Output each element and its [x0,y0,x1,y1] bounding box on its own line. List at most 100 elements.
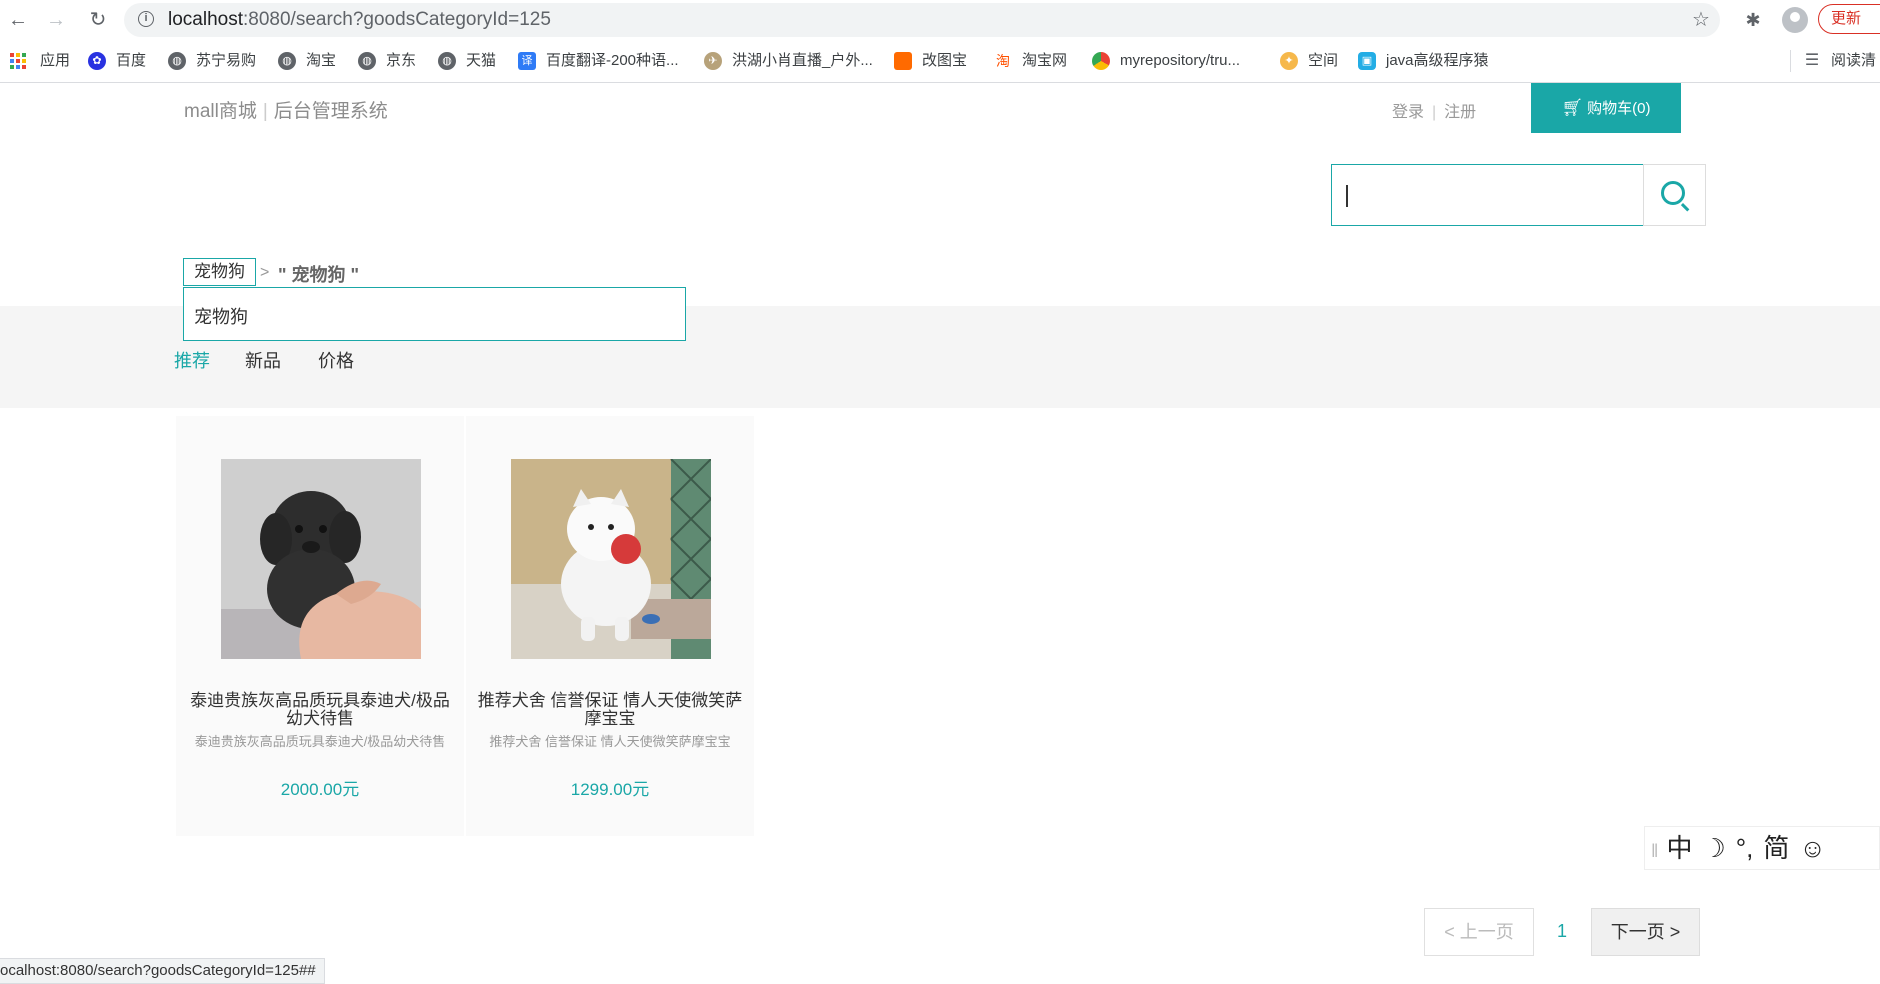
bookmark-baidu-translate[interactable]: 译 百度翻译-200种语... [518,50,679,72]
product-image-poodle[interactable] [221,459,421,659]
bookmark-label: 空间 [1308,52,1339,69]
baidu-paw-icon: ✿ [88,52,106,70]
sort-tab-recommend[interactable]: 推荐 [174,347,210,373]
forward-arrow-icon[interactable]: → [44,8,68,32]
bookmark-honghu[interactable]: ✈ 洪湖小肖直播_户外... [704,50,873,72]
dropdown-item[interactable]: 宠物狗 [194,303,248,329]
chrome-icon [1092,52,1110,70]
bookmark-apps[interactable]: 应用 [10,50,70,72]
ime-mode-chinese[interactable]: 中 [1666,827,1692,869]
product-description: 推荐犬舍 信誉保证 情人天使微笑萨摩宝宝 [489,734,731,749]
reading-list-icon: ☰ [1804,52,1820,69]
reload-icon[interactable]: ↻ [86,8,110,32]
auth-separator: | [1432,104,1437,121]
search-icon-handle [1680,203,1690,212]
ime-drag-handle[interactable]: ‖ [1651,830,1658,872]
bird-icon: ✈ [704,52,722,70]
category-dropdown: 宠物狗 [183,287,686,341]
breadcrumb-current: " 宠物狗 " [278,265,360,285]
product-card[interactable]: 泰迪贵族灰高品质玩具泰迪犬/极品幼犬待售 泰迪贵族灰高品质玩具泰迪犬/极品幼犬待… [176,416,464,836]
bookmark-bilibili[interactable]: ▣ java高级程序猿 [1358,50,1489,72]
sort-tab-new[interactable]: 新品 [245,347,281,373]
extensions-puzzle-icon[interactable]: ✱ [1742,9,1764,31]
bookmark-label: myrepository/tru... [1120,52,1241,69]
page-number-current[interactable]: 1 [1550,908,1574,956]
browser-toolbar: ← → ↻ i localhost:8080/search?goodsCateg… [0,0,1880,40]
bookmark-gaitubao[interactable]: 改图宝 [894,50,967,72]
orange-square-icon [894,52,912,70]
bookmark-taobaowang[interactable]: 淘 淘宝网 [994,50,1067,72]
sort-tab-price[interactable]: 价格 [318,347,354,373]
bookmark-tmall[interactable]: ◍ 天猫 [438,50,496,72]
search-button[interactable] [1643,164,1706,226]
cart-icon: 🛒︎ [1561,98,1584,117]
qzone-icon: ✦ [1280,52,1298,70]
bookmark-label: java高级程序猿 [1386,52,1489,69]
register-link[interactable]: 注册 [1444,104,1476,121]
login-link[interactable]: 登录 [1392,104,1424,121]
taobao-icon: 淘 [996,53,1010,69]
brand-separator: | [262,101,268,122]
bookmark-taobao[interactable]: ◍ 淘宝 [278,50,336,72]
update-button[interactable]: 更新 [1818,4,1880,34]
cart-button[interactable]: 🛒︎ 购物车(0) [1531,83,1681,133]
brand-link[interactable]: mall商城 [184,101,257,122]
bookmark-label: 淘宝网 [1022,52,1068,69]
search-input[interactable] [1331,164,1644,226]
bilibili-icon: ▣ [1358,52,1376,70]
product-price: 2000.00元 [280,780,360,799]
browser-status-bar: ocalhost:8080/search?goodsCategoryId=125… [0,958,325,984]
bookmark-label: 改图宝 [922,52,968,69]
bookmark-label: 苏宁易购 [196,52,257,69]
product-card[interactable]: 推荐犬舍 信誉保证 情人天使微笑萨摩宝宝 推荐犬舍 信誉保证 情人天使微笑萨摩宝… [466,416,754,836]
product-name[interactable]: 推荐犬舍 信誉保证 情人天使微笑萨摩宝宝 [476,692,744,728]
ime-emoji-icon[interactable]: ☺ [1799,827,1826,869]
bookmark-suning[interactable]: ◍ 苏宁易购 [168,50,256,72]
bookmark-qzone[interactable]: ✦ 空间 [1280,50,1338,72]
site-info-icon[interactable]: i [138,11,154,27]
back-arrow-icon[interactable]: ← [6,8,30,32]
ime-punctuation[interactable]: °, [1736,827,1754,869]
bookmark-star-icon[interactable]: ☆ [1692,7,1710,32]
bookmark-label: 京东 [386,52,417,69]
product-name[interactable]: 泰迪贵族灰高品质玩具泰迪犬/极品幼犬待售 [186,692,454,728]
bookmark-label: 百度 [116,52,147,69]
ime-simplified[interactable]: 简 [1763,827,1789,869]
url-path: :8080/search?goodsCategoryId=125 [243,9,551,30]
breadcrumb-chevron: > [260,264,270,281]
bookmark-label: 洪湖小肖直播_户外... [732,52,873,69]
cart-label: 购物车(0) [1587,100,1651,117]
bookmark-label: 应用 [40,52,71,69]
url-host: localhost [168,9,243,30]
ime-toolbar[interactable]: ‖ 中 ☽ °, 简 ☺ [1644,826,1880,870]
auth-links: 登录 | 注册 [1392,98,1476,122]
bookmark-label: 淘宝 [306,52,337,69]
globe-icon: ◍ [278,52,296,70]
site-brand: mall商城 | 后台管理系统 [184,96,388,123]
bookmark-label: 百度翻译-200种语... [546,52,679,69]
product-price: 1299.00元 [570,780,650,799]
globe-icon: ◍ [358,52,376,70]
product-description: 泰迪贵族灰高品质玩具泰迪犬/极品幼犬待售 [194,734,446,749]
bookmark-label: 阅读清 [1831,52,1877,69]
globe-icon: ◍ [168,52,186,70]
reading-list[interactable]: ☰ 阅读清 [1790,50,1876,72]
bookmarks-bar: 应用 ✿ 百度 ◍ 苏宁易购 ◍ 淘宝 ◍ 京东 ◍ 天猫 译 百度翻译-200… [0,40,1880,83]
globe-icon: ◍ [438,52,456,70]
apps-grid-icon [10,53,26,69]
breadcrumb-category-tag[interactable]: 宠物狗 [183,258,256,286]
prev-page-button[interactable]: < 上一页 [1424,908,1534,956]
admin-link[interactable]: 后台管理系统 [274,101,388,122]
url-text: localhost:8080/search?goodsCategoryId=12… [168,9,551,31]
bookmark-baidu[interactable]: ✿ 百度 [88,50,146,72]
next-page-button[interactable]: 下一页 > [1591,908,1700,956]
bookmark-myrepository[interactable]: myrepository/tru... [1092,50,1240,72]
bookmark-label: 天猫 [466,52,497,69]
bookmark-jd[interactable]: ◍ 京东 [358,50,416,72]
translate-icon: 译 [518,52,536,70]
address-bar[interactable]: i localhost:8080/search?goodsCategoryId=… [124,3,1720,37]
product-image-samoyed[interactable] [511,459,711,659]
profile-avatar-icon[interactable] [1782,7,1808,33]
ime-moon-icon[interactable]: ☽ [1702,827,1725,869]
search-icon [1661,181,1685,205]
